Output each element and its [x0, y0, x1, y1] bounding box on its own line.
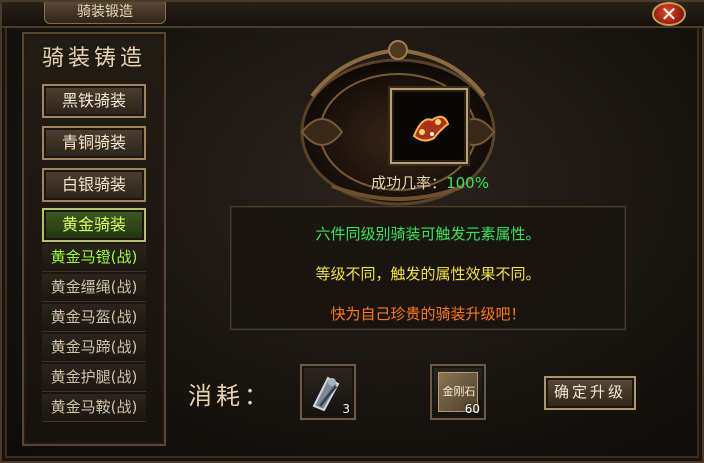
window-title-tab: 骑装锻造	[44, 2, 166, 24]
forge-window: 骑装锻造 ✕ 骑装铸造 黑铁骑装 青铜骑装 白银骑装 黄金骑装 黄金马镫(战) …	[0, 0, 704, 463]
sidebar-title: 骑装铸造	[41, 46, 146, 71]
sub-item-gold-saddle[interactable]: 黄金马鞍(战)	[42, 394, 146, 422]
main-panel: 成功几率：100% 六件同级别骑装可触发元素属性。 等级不同，触发的属性效果不同…	[170, 32, 684, 446]
success-rate-label: 成功几率：	[371, 174, 447, 192]
info-box: 六件同级别骑装可触发元素属性。 等级不同，触发的属性效果不同。 快为自己珍贵的骑…	[230, 206, 626, 330]
sidebar: 骑装铸造 黑铁骑装 青铜骑装 白银骑装 黄金骑装 黄金马镫(战) 黄金缰绳(战)…	[22, 32, 166, 446]
category-silver-button[interactable]: 白银骑装	[42, 168, 146, 202]
material-2-count: 60	[464, 402, 480, 416]
golden-stirrup-icon	[412, 115, 450, 142]
sub-item-gold-hoof[interactable]: 黄金马蹄(战)	[42, 334, 146, 362]
sub-item-gold-helmet[interactable]: 黄金马盔(战)	[42, 304, 146, 332]
forge-item-slot[interactable]	[390, 88, 468, 164]
info-line-1: 六件同级别骑装可触发元素属性。	[315, 225, 541, 243]
title-bar: 骑装锻造 ✕	[2, 2, 704, 28]
category-gold-button[interactable]: 黄金骑装	[42, 208, 146, 242]
material-slot-2[interactable]: 金刚石 60	[430, 364, 486, 420]
info-line-3: 快为自己珍贵的骑装升级吧！	[330, 305, 526, 323]
material-slot-1[interactable]: 3	[300, 364, 356, 420]
cost-label: 消耗：	[188, 382, 272, 410]
category-bronze-button[interactable]: 青铜骑装	[42, 126, 146, 160]
sub-item-gold-reins[interactable]: 黄金缰绳(战)	[42, 274, 146, 302]
success-rate-value: 100%	[446, 174, 489, 192]
confirm-upgrade-button[interactable]: 确定升级	[544, 376, 636, 410]
close-icon[interactable]: ✕	[652, 2, 686, 26]
material-2-name: 金刚石	[442, 385, 476, 398]
info-line-2: 等级不同，触发的属性效果不同。	[315, 265, 541, 283]
success-rate: 成功几率：100%	[350, 172, 510, 193]
category-black-iron-button[interactable]: 黑铁骑装	[42, 84, 146, 118]
sub-item-gold-stirrup[interactable]: 黄金马镫(战)	[42, 244, 146, 272]
material-1-count: 3	[342, 402, 350, 416]
sub-item-gold-legguard[interactable]: 黄金护腿(战)	[42, 364, 146, 392]
